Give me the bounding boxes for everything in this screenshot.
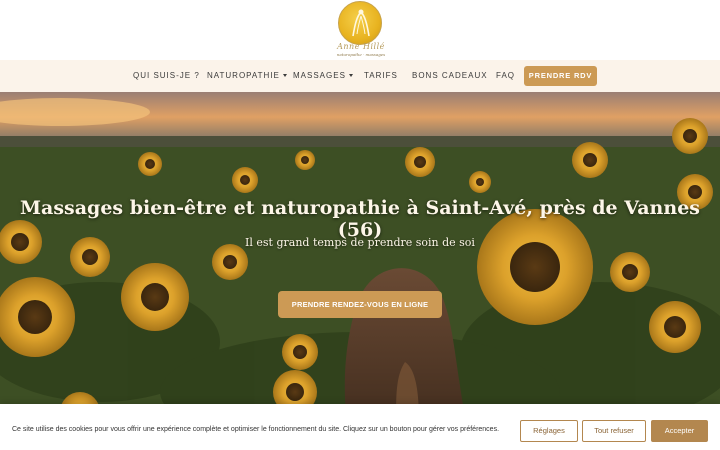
- nav-item-faq[interactable]: FAQ: [496, 71, 515, 80]
- nav-item-label: NATUROPATHIE: [207, 71, 280, 80]
- nav-item-tarifs[interactable]: TARIFS: [364, 71, 398, 80]
- nav-item-naturopathie[interactable]: NATUROPATHIE: [207, 71, 287, 80]
- cookie-banner: Ce site utilise des cookies pour vous of…: [0, 404, 720, 450]
- nav-item-label: BONS CADEAUX: [412, 71, 488, 80]
- book-appointment-button[interactable]: PRENDRE RDV: [524, 66, 597, 86]
- cookie-settings-button[interactable]: Réglages: [520, 420, 578, 442]
- book-online-button[interactable]: PRENDRE RENDEZ-VOUS EN LIGNE: [278, 291, 442, 318]
- sunflower-field-image: [0, 92, 720, 450]
- logo-emblem-icon: [338, 1, 382, 45]
- nav-item-bons-cadeaux[interactable]: BONS CADEAUX: [412, 71, 488, 80]
- caret-down-icon: [282, 74, 287, 77]
- logo-name: Anne Hillé: [337, 42, 385, 51]
- hero-subtitle: Il est grand temps de prendre soin de so…: [245, 236, 475, 249]
- logo-bar: Anne Hillé naturopathe · massages: [0, 0, 720, 60]
- cookie-refuse-all-button[interactable]: Tout refuser: [582, 420, 646, 442]
- site-logo[interactable]: Anne Hillé naturopathe · massages: [334, 0, 388, 60]
- nav-item-label: FAQ: [496, 71, 516, 80]
- cookie-accept-button[interactable]: Accepter: [651, 420, 708, 442]
- nav-item-label: MASSAGES: [293, 71, 346, 80]
- caret-down-icon: [348, 74, 353, 77]
- logo-tagline: naturopathe · massages: [336, 52, 386, 57]
- nav-item-label: QUI SUIS-JE ?: [133, 71, 200, 80]
- hero-banner: Massages bien-être et naturopathie à Sai…: [0, 92, 720, 450]
- cookie-banner-text: Ce site utilise des cookies pour vous of…: [12, 426, 500, 433]
- hero-title: Massages bien-être et naturopathie à Sai…: [20, 197, 700, 241]
- main-navigation: QUI SUIS-JE ? NATUROPATHIE MASSAGES TARI…: [0, 60, 720, 92]
- nav-item-massages[interactable]: MASSAGES: [293, 71, 353, 80]
- nav-item-qui-suis-je[interactable]: QUI SUIS-JE ?: [133, 71, 200, 80]
- nav-item-label: TARIFS: [364, 71, 398, 80]
